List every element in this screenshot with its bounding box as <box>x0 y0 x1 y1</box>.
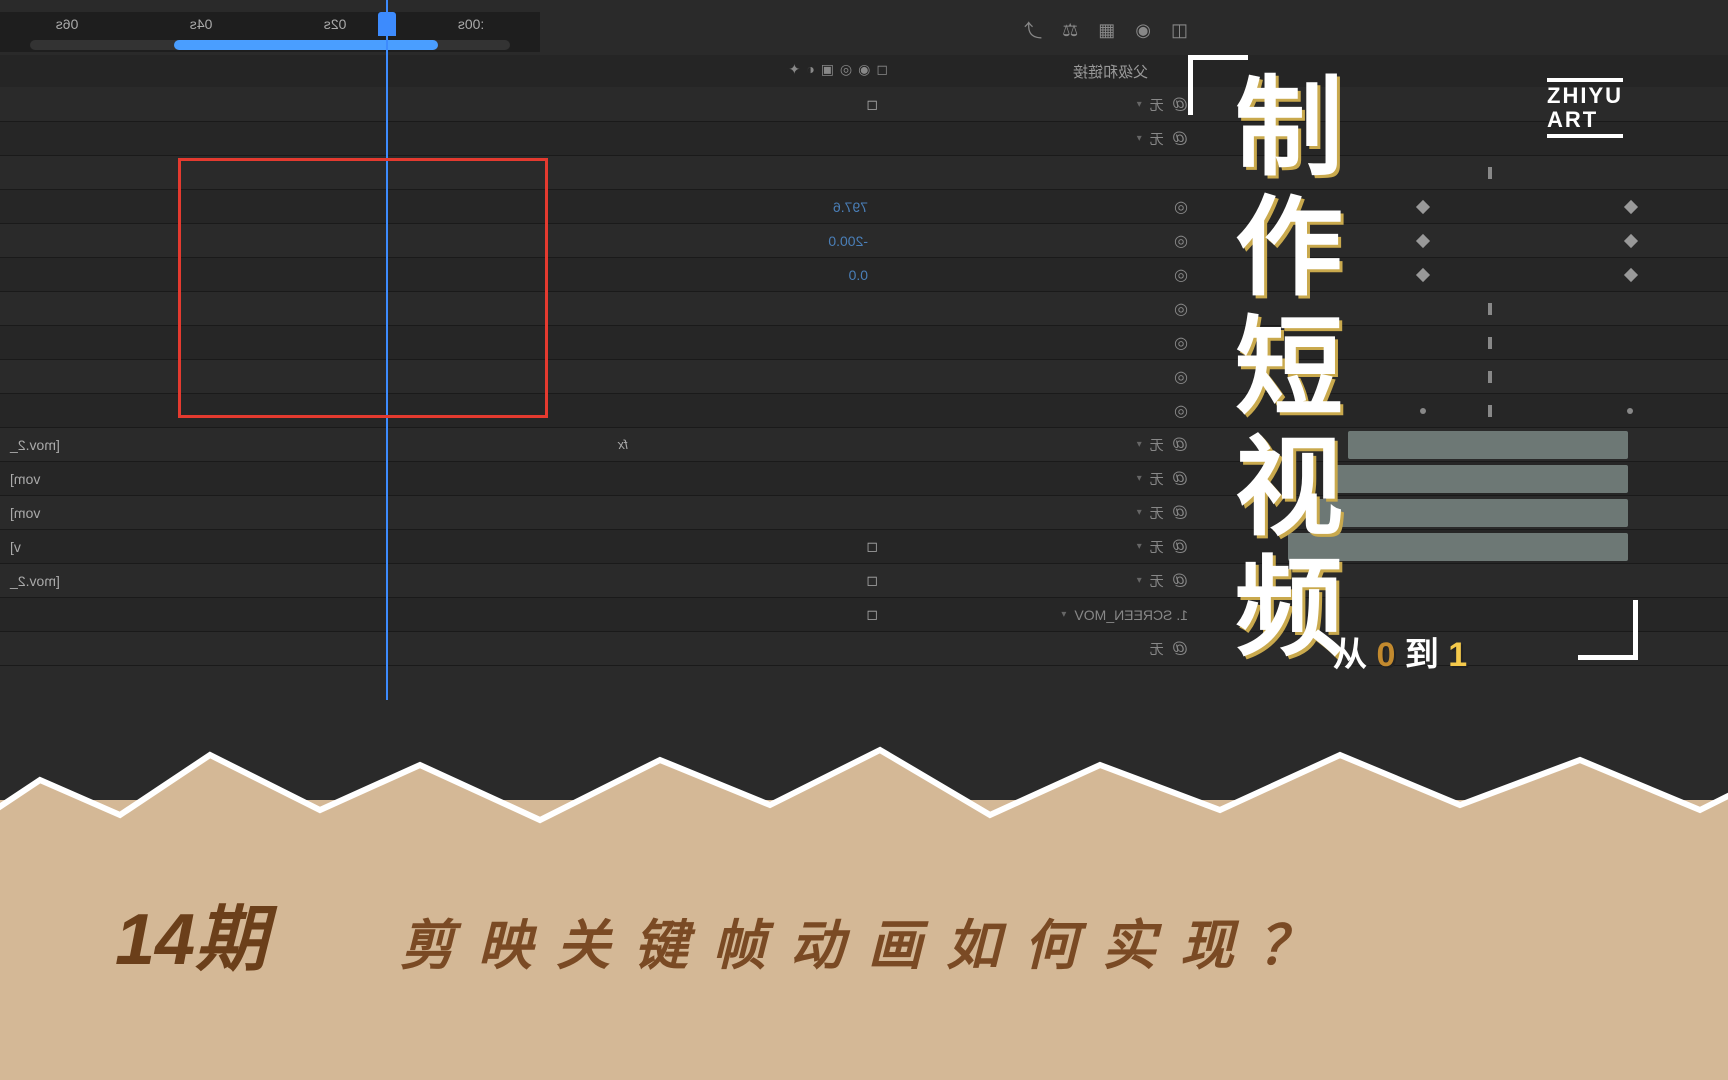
keyframe-diamond[interactable] <box>1624 268 1638 282</box>
chevron-down-icon[interactable]: ▾ <box>1137 575 1142 586</box>
layer-name-label: [vom <box>10 471 40 487</box>
parent-none[interactable]: 无 <box>1150 639 1164 659</box>
stopwatch-icon[interactable]: ◎ <box>1174 299 1188 319</box>
layer-name-label: [vom <box>10 505 40 521</box>
switch-icon[interactable]: ▣ <box>821 61 834 78</box>
graph-editor-icon[interactable]: ◫ <box>1171 20 1188 41</box>
balance-icon[interactable]: ⚖ <box>1062 20 1078 41</box>
chevron-down-icon[interactable]: ▾ <box>1137 99 1142 110</box>
pickwhip-icon[interactable]: @ <box>1172 640 1188 658</box>
episode-question: 剪映关键帧动画如何实现？ <box>400 901 1336 980</box>
property-value[interactable]: 0.0 <box>849 267 868 283</box>
fx-column-icon[interactable]: ◎ <box>840 61 852 78</box>
torn-edge-decoration <box>0 720 1728 840</box>
stopwatch-icon[interactable]: ◎ <box>1174 401 1188 421</box>
chevron-down-icon[interactable]: ▾ <box>1137 439 1142 450</box>
motion-blur-icon[interactable]: ◐ <box>806 61 814 78</box>
snap-icon[interactable]: ◉ <box>1135 20 1151 41</box>
keyframe-dot[interactable] <box>1627 408 1633 414</box>
3d-cube-icon[interactable]: ◻ <box>866 96 878 113</box>
3d-cube-icon[interactable]: ◻ <box>866 606 878 623</box>
chevron-down-icon[interactable]: ▾ <box>1137 473 1142 484</box>
stopwatch-icon[interactable]: ◎ <box>1174 231 1188 251</box>
playhead-line[interactable] <box>386 0 388 700</box>
layer-name-label: [v <box>10 539 21 555</box>
layer-name-label: _2.mov] <box>10 573 60 589</box>
pickwhip-icon[interactable]: @ <box>1172 96 1188 114</box>
cube-icon[interactable]: ◻ <box>876 61 888 78</box>
property-value[interactable]: -200.0 <box>828 233 868 249</box>
main-title: 制作 短视频 <box>1213 70 1348 670</box>
parent-none[interactable]: 无 <box>1150 537 1164 557</box>
eye-icon[interactable]: ◉ <box>858 61 870 78</box>
stopwatch-icon[interactable]: ◎ <box>1174 333 1188 353</box>
fx-badge: fx <box>618 437 628 452</box>
pickwhip-icon[interactable]: @ <box>1172 436 1188 454</box>
chevron-down-icon[interactable]: ▾ <box>1061 609 1066 620</box>
3d-cube-icon[interactable]: ◻ <box>866 538 878 555</box>
corner-decoration <box>1578 600 1638 660</box>
keyframe-diamond[interactable] <box>1624 200 1638 214</box>
parent-none[interactable]: 无 <box>1150 435 1164 455</box>
timeline-toolbar: ◫ ◉ ▦ ⚖ ⤴ <box>0 10 1728 50</box>
corner-decoration <box>1188 55 1248 115</box>
parent-none[interactable]: 无 <box>1150 129 1164 149</box>
parent-none[interactable]: 无 <box>1150 95 1164 115</box>
column-switch-icons[interactable]: ◻ ◉ ◎ ▣ ◐ ✦ <box>789 61 889 78</box>
branch-icon[interactable]: ⤴ <box>1024 17 1042 43</box>
parent-link-header: 父级和链接 <box>1073 61 1148 82</box>
stopwatch-icon[interactable]: ◎ <box>1174 197 1188 217</box>
property-value[interactable]: 797.6 <box>833 199 868 215</box>
episode-label: 14期 <box>115 880 267 985</box>
layer-name[interactable]: 1. SCREEN_MOV <box>1074 607 1188 623</box>
pickwhip-icon[interactable]: @ <box>1172 538 1188 556</box>
pickwhip-icon[interactable]: @ <box>1172 470 1188 488</box>
pickwhip-icon[interactable]: @ <box>1172 130 1188 148</box>
filmstrip-icon[interactable]: ▦ <box>1098 20 1115 41</box>
keyframe-diamond[interactable] <box>1624 234 1638 248</box>
parent-none[interactable]: 无 <box>1150 571 1164 591</box>
subtitle-range: 从 0 到 1 <box>1333 627 1467 676</box>
pickwhip-icon[interactable]: @ <box>1172 504 1188 522</box>
layer-name-label: _2.mov] <box>10 437 60 453</box>
chevron-down-icon[interactable]: ▾ <box>1137 507 1142 518</box>
playhead-handle[interactable] <box>378 12 396 36</box>
stopwatch-icon[interactable]: ◎ <box>1174 265 1188 285</box>
parent-none[interactable]: 无 <box>1150 503 1164 523</box>
parent-none[interactable]: 无 <box>1150 469 1164 489</box>
star-icon[interactable]: ✦ <box>789 61 801 78</box>
stopwatch-icon[interactable]: ◎ <box>1174 367 1188 387</box>
title-overlay: ZHIYUART 制作 短视频 从 0 到 1 <box>1213 70 1618 670</box>
3d-cube-icon[interactable]: ◻ <box>866 572 878 589</box>
brand-label: ZHIYUART <box>1547 78 1623 138</box>
chevron-down-icon[interactable]: ▾ <box>1137 133 1142 144</box>
chevron-down-icon[interactable]: ▾ <box>1137 541 1142 552</box>
pickwhip-icon[interactable]: @ <box>1172 572 1188 590</box>
